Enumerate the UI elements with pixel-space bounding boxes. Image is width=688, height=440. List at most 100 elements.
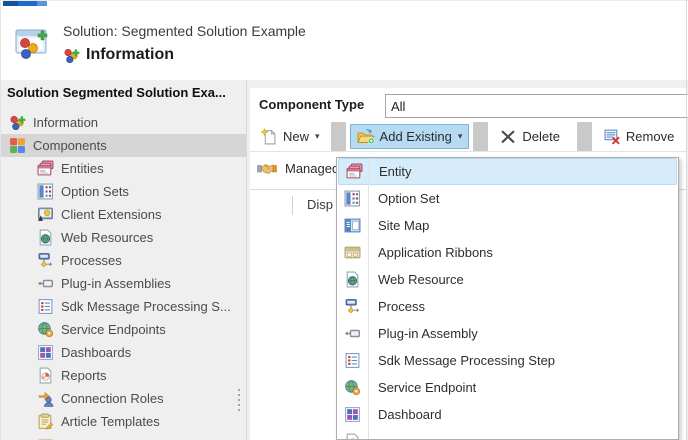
sidebar-item-label: Entities xyxy=(61,161,104,176)
menu-item-label: Service Endpoint xyxy=(378,380,477,395)
sidebar-item-label: Web Resources xyxy=(61,230,154,245)
sidebar-item[interactable]: Client Extensions xyxy=(1,203,246,226)
delete-icon xyxy=(499,128,517,145)
sidebar-item-label: Option Sets xyxy=(61,184,129,199)
plugin-icon xyxy=(37,275,54,292)
toolbar: New ▾ Add Existing ▾ Delete Remove xyxy=(250,122,687,152)
menu-item-label: Entity xyxy=(379,164,412,179)
toolbar-button[interactable]: Delete xyxy=(492,124,573,149)
menu-item[interactable]: Entity xyxy=(338,158,677,185)
sdk-step-icon xyxy=(344,352,361,369)
sdk-step-icon xyxy=(37,298,54,315)
sidebar-item[interactable]: Option Sets xyxy=(1,180,246,203)
menu-item-label: Application Ribbons xyxy=(378,245,493,260)
menu-item-label: Option Set xyxy=(378,191,440,206)
menu-item[interactable]: Sdk Message Processing Step xyxy=(337,347,678,374)
remove-icon xyxy=(603,128,621,145)
sidebar-item[interactable]: Service Endpoints xyxy=(1,318,246,341)
report-icon xyxy=(37,367,54,384)
service-endpoint-icon xyxy=(37,321,54,338)
sidebar-item[interactable]: Information xyxy=(1,111,246,134)
sidebar-item-label: Connection Roles xyxy=(61,391,164,406)
sidebar-item[interactable]: Article Templates xyxy=(1,410,246,433)
toolbar-button[interactable]: New ▾ xyxy=(253,124,327,149)
sidebar-item-label: Information xyxy=(33,115,99,130)
page-header: Solution: Segmented Solution Example Inf… xyxy=(1,6,688,80)
web-resource-icon xyxy=(344,271,361,288)
sidebar-item-label: Client Extensions xyxy=(61,207,162,222)
sidebar-header: Solution Segmented Solution Exa... xyxy=(7,85,226,100)
sidebar-list: Information Components Entities Option S… xyxy=(1,111,246,440)
chevron-down-icon: ▾ xyxy=(457,131,463,141)
toolbar-button[interactable] xyxy=(473,122,489,151)
toolbar-button[interactable] xyxy=(330,122,346,151)
toolbar-button[interactable]: Add Existing ▾ xyxy=(349,124,470,149)
toolbar-button-label: Remove xyxy=(625,129,675,144)
sidebar-item[interactable]: Sdk Message Processing S... xyxy=(1,295,246,318)
managed-properties-button[interactable]: Managed xyxy=(253,158,343,179)
menu-item-label: Process xyxy=(378,299,425,314)
page-subtitle-row: Information xyxy=(63,46,174,64)
entity-icon xyxy=(37,160,54,177)
sidebar-item[interactable] xyxy=(1,433,246,440)
managed-properties-icon xyxy=(257,160,277,177)
sidebar-item-label: Article Templates xyxy=(61,414,160,429)
report-icon xyxy=(344,433,361,439)
menu-item-label: Dashboard xyxy=(378,407,442,422)
service-endpoint-icon xyxy=(344,379,361,396)
menu-item[interactable]: Service Endpoint xyxy=(337,374,678,401)
managed-properties-label: Managed xyxy=(285,161,340,176)
menu-item-label: Site Map xyxy=(378,218,430,233)
sidebar-item-label: Dashboards xyxy=(61,345,132,360)
chevron-down-icon: ▾ xyxy=(315,131,320,141)
sidebar-item-label: Components xyxy=(33,138,107,153)
sidebar-item[interactable]: Processes xyxy=(1,249,246,272)
menu-item-label: Sdk Message Processing Step xyxy=(378,353,556,368)
menu-item[interactable]: Web Resource xyxy=(337,266,678,293)
sidebar-item[interactable]: Web Resources xyxy=(1,226,246,249)
solution-window-icon xyxy=(14,26,50,62)
sidebar-item[interactable]: Dashboards xyxy=(1,341,246,364)
menu-item[interactable]: Site Map xyxy=(337,212,678,239)
app-ribbons-icon xyxy=(344,244,361,261)
sidebar-item[interactable]: Components xyxy=(1,134,246,157)
toolbar-button-label: New xyxy=(283,129,310,144)
sidebar-item[interactable]: Reports xyxy=(1,364,246,387)
connection-roles-icon xyxy=(37,390,54,407)
process-icon xyxy=(37,252,54,269)
toolbar-button[interactable] xyxy=(576,122,592,151)
sidebar-item-label: Service Endpoints xyxy=(61,322,166,337)
sidebar-item-label: Reports xyxy=(61,368,107,383)
sidebar-item[interactable]: Plug-in Assemblies xyxy=(1,272,246,295)
sidebar-item-label: Sdk Message Processing S... xyxy=(61,299,231,314)
article-templates-icon xyxy=(37,413,54,430)
page-title: Solution: Segmented Solution Example xyxy=(63,23,306,39)
toolbar-button-label: Add Existing xyxy=(379,129,452,144)
process-icon xyxy=(344,298,361,315)
add-existing-icon xyxy=(357,128,375,145)
plugin-icon xyxy=(344,325,361,342)
sitemap-icon xyxy=(344,217,361,234)
sidebar-item[interactable]: Entities xyxy=(1,157,246,180)
component-type-field[interactable] xyxy=(385,94,688,118)
menu-item-label: Web Resource xyxy=(378,272,464,287)
menu-item[interactable]: Dashboard xyxy=(337,401,678,428)
toolbar-button[interactable]: Remove xyxy=(596,124,687,149)
add-existing-dropdown-menu: Entity Option Set Site Map Application R… xyxy=(336,157,679,440)
menu-item[interactable]: Plug-in Assembly xyxy=(337,320,678,347)
splitter-gripper[interactable] xyxy=(235,388,243,412)
menu-item[interactable]: Process xyxy=(337,293,678,320)
option-set-icon xyxy=(37,183,54,200)
sidebar-item-label: Plug-in Assemblies xyxy=(61,276,171,291)
display-name-column-header[interactable]: Disp xyxy=(307,197,333,212)
window-right-edge xyxy=(686,0,687,440)
menu-item[interactable]: Option Set xyxy=(337,185,678,212)
new-icon xyxy=(260,128,278,145)
sidebar-item[interactable]: Connection Roles xyxy=(1,387,246,410)
menu-list: Entity Option Set Site Map Application R… xyxy=(337,158,678,439)
component-type-row: Component Type xyxy=(250,88,688,122)
menu-item[interactable]: Application Ribbons xyxy=(337,239,678,266)
menu-item-label: Plug-in Assembly xyxy=(378,326,478,341)
component-type-label: Component Type xyxy=(259,97,365,112)
menu-item[interactable] xyxy=(337,428,678,439)
